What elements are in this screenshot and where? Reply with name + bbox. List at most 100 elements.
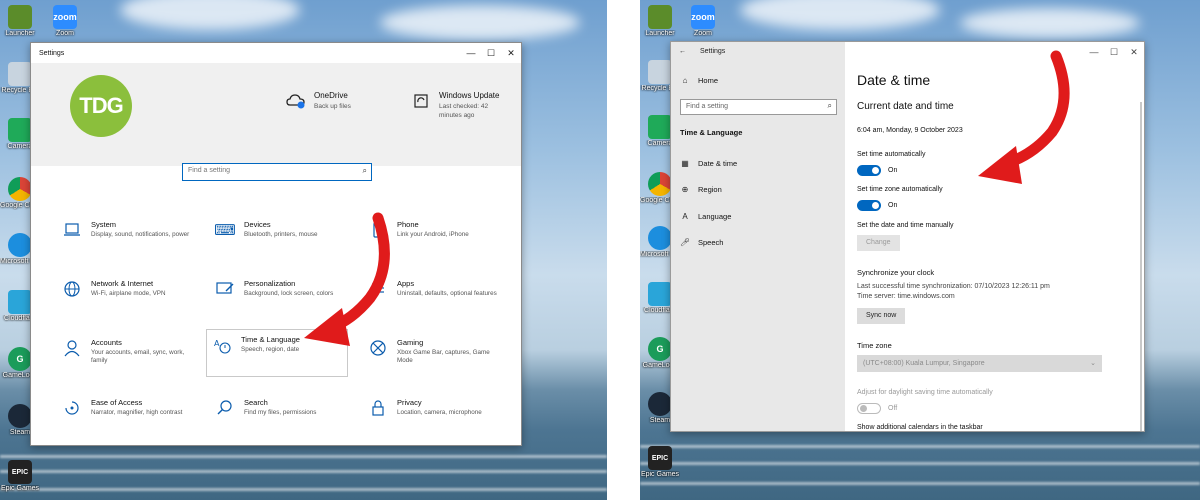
sync-last-time: Last successful time synchronization: 07… <box>857 283 1050 290</box>
epic-games-icon: EPIC <box>8 460 32 484</box>
recycle-bin-icon <box>648 60 672 84</box>
nav-item-speech[interactable]: 🎤︎ Speech <box>680 238 723 247</box>
back-button[interactable]: ← <box>679 48 686 55</box>
desktop-icon-launcher[interactable]: Launcher <box>640 5 680 38</box>
settings-search-input[interactable]: Find a setting ⌕ <box>182 163 372 181</box>
onedrive-link[interactable]: OneDrive Back up files <box>286 91 351 111</box>
phone-icon <box>367 219 389 241</box>
category-search[interactable]: Search Find my files, permissions <box>210 393 350 441</box>
chrome-icon <box>648 172 672 196</box>
microphone-icon: 🎤︎ <box>680 238 691 247</box>
nav-item-language[interactable]: A Language <box>680 212 731 221</box>
category-system[interactable]: System Display, sound, notifications, pow… <box>57 215 197 263</box>
gameloop-icon: G <box>8 347 32 371</box>
date-time-page: — ☐ ✕ Date & time Current date and time … <box>845 42 1144 431</box>
gameloop-icon: G <box>648 337 672 361</box>
category-network[interactable]: Network & Internet Wi-Fi, airplane mode, … <box>57 274 197 322</box>
epic-games-icon: EPIC <box>648 446 672 470</box>
set-zone-auto-toggle[interactable] <box>857 200 881 211</box>
personalization-icon <box>214 278 236 300</box>
onedrive-subtitle: Back up files <box>314 103 351 110</box>
apps-icon <box>367 278 389 300</box>
laptop-icon <box>61 219 83 241</box>
additional-calendars-label: Show additional calendars in the taskbar <box>857 424 983 431</box>
dst-state: Off <box>888 405 898 412</box>
scrollbar[interactable] <box>1140 102 1142 431</box>
set-time-auto-label: Set time automatically <box>857 151 926 158</box>
edge-icon <box>648 226 672 250</box>
maximize-button[interactable]: ☐ <box>481 43 501 63</box>
set-zone-auto-state: On <box>888 202 898 209</box>
time-zone-dropdown[interactable]: (UTC+08:00) Kuala Lumpur, Singapore ⌄ <box>857 355 1102 372</box>
category-accounts[interactable]: Accounts Your accounts, email, sync, work… <box>57 333 197 381</box>
launcher-icon <box>8 5 32 29</box>
cloud <box>740 0 940 30</box>
windows-update-subtitle-2: minutes ago <box>439 112 475 119</box>
person-icon <box>61 337 83 359</box>
settings-hero: TDG OneDrive Back up files Windows Updat… <box>31 63 521 166</box>
title-bar: Settings — ☐ ✕ <box>31 43 521 63</box>
tdg-logo: TDG <box>70 75 132 137</box>
cloud <box>380 5 580 40</box>
category-phone[interactable]: Phone Link your Android, iPhone <box>363 215 503 263</box>
nav-item-region[interactable]: ⊕ Region <box>680 185 722 194</box>
windows-update-icon <box>411 91 431 111</box>
category-ease-of-access[interactable]: Ease of Access Narrator, magnifier, high … <box>57 393 197 441</box>
sync-server: Time server: time.windows.com <box>857 293 955 300</box>
title-bar: ← Settings <box>671 42 845 60</box>
close-button[interactable]: ✕ <box>1124 42 1144 58</box>
cloud <box>960 8 1140 38</box>
category-devices[interactable]: ⌨ Devices Bluetooth, printers, mouse <box>210 215 350 263</box>
chrome-icon <box>8 177 32 201</box>
xbox-icon <box>367 337 389 359</box>
recycle-bin-icon <box>8 62 32 86</box>
dst-label: Adjust for daylight saving time automati… <box>857 389 993 396</box>
camera-icon <box>648 115 672 139</box>
cloud-app-icon <box>8 290 32 314</box>
change-button[interactable]: Change <box>857 235 900 251</box>
current-date-time-heading: Current date and time <box>857 101 954 112</box>
time-zone-label: Time zone <box>857 341 892 350</box>
language-icon: A <box>682 212 688 221</box>
close-button[interactable]: ✕ <box>501 43 521 63</box>
search-placeholder: Find a setting <box>686 103 729 110</box>
maximize-button[interactable]: ☐ <box>1104 42 1124 58</box>
steam-icon <box>648 392 672 416</box>
desktop-icon-epic-games[interactable]: EPIC Epic Games <box>0 460 40 493</box>
minimize-button[interactable]: — <box>1084 42 1104 58</box>
desktop-icon-zoom[interactable]: zoom Zoom <box>45 5 85 38</box>
wave <box>640 462 1200 465</box>
category-personalization[interactable]: Personalization Background, lock screen, … <box>210 274 350 322</box>
category-gaming[interactable]: Gaming Xbox Game Bar, captures, Game Mode <box>363 333 503 381</box>
region-icon: ⊕ <box>681 185 689 194</box>
desktop-icon-launcher[interactable]: Launcher <box>0 5 40 38</box>
lock-icon <box>367 397 389 419</box>
sync-now-button[interactable]: Sync now <box>857 308 906 324</box>
category-privacy[interactable]: Privacy Location, camera, microphone <box>363 393 503 441</box>
dst-toggle[interactable] <box>857 403 881 414</box>
current-date-time-value: 6:04 am, Monday, 9 October 2023 <box>857 127 963 134</box>
minimize-button[interactable]: — <box>461 43 481 63</box>
desktop-icon-epic-games[interactable]: EPIC Epic Games <box>640 446 680 479</box>
launcher-icon <box>648 5 672 29</box>
cloud-app-icon <box>648 282 672 306</box>
home-icon: ⌂ <box>682 76 688 85</box>
calendar-clock-icon: ▦ <box>681 159 689 168</box>
wave <box>0 455 607 458</box>
set-time-auto-toggle[interactable] <box>857 165 881 176</box>
time-language-icon: A <box>211 334 233 356</box>
windows-update-title: Windows Update <box>439 91 500 100</box>
cloud <box>120 0 300 30</box>
windows-update-subtitle: Last checked: 42 <box>439 103 489 110</box>
window-title: Settings <box>700 47 726 55</box>
edge-icon <box>8 233 32 257</box>
nav-home[interactable]: ⌂ Home <box>680 76 718 85</box>
nav-item-date-time[interactable]: ▦ Date & time <box>680 159 737 168</box>
zoom-icon: zoom <box>691 5 715 29</box>
category-time-language[interactable]: A Time & Language Speech, region, date <box>206 329 348 377</box>
windows-update-link[interactable]: Windows Update Last checked: 42 minutes … <box>411 91 499 120</box>
category-apps[interactable]: Apps Uninstall, defaults, optional featur… <box>363 274 503 322</box>
desktop-icon-zoom[interactable]: zoom Zoom <box>683 5 723 38</box>
settings-search-input[interactable]: Find a setting ⌕ <box>680 99 837 115</box>
settings-window-date-time: ← Settings ⌂ Home Find a setting ⌕ Time … <box>670 41 1145 432</box>
